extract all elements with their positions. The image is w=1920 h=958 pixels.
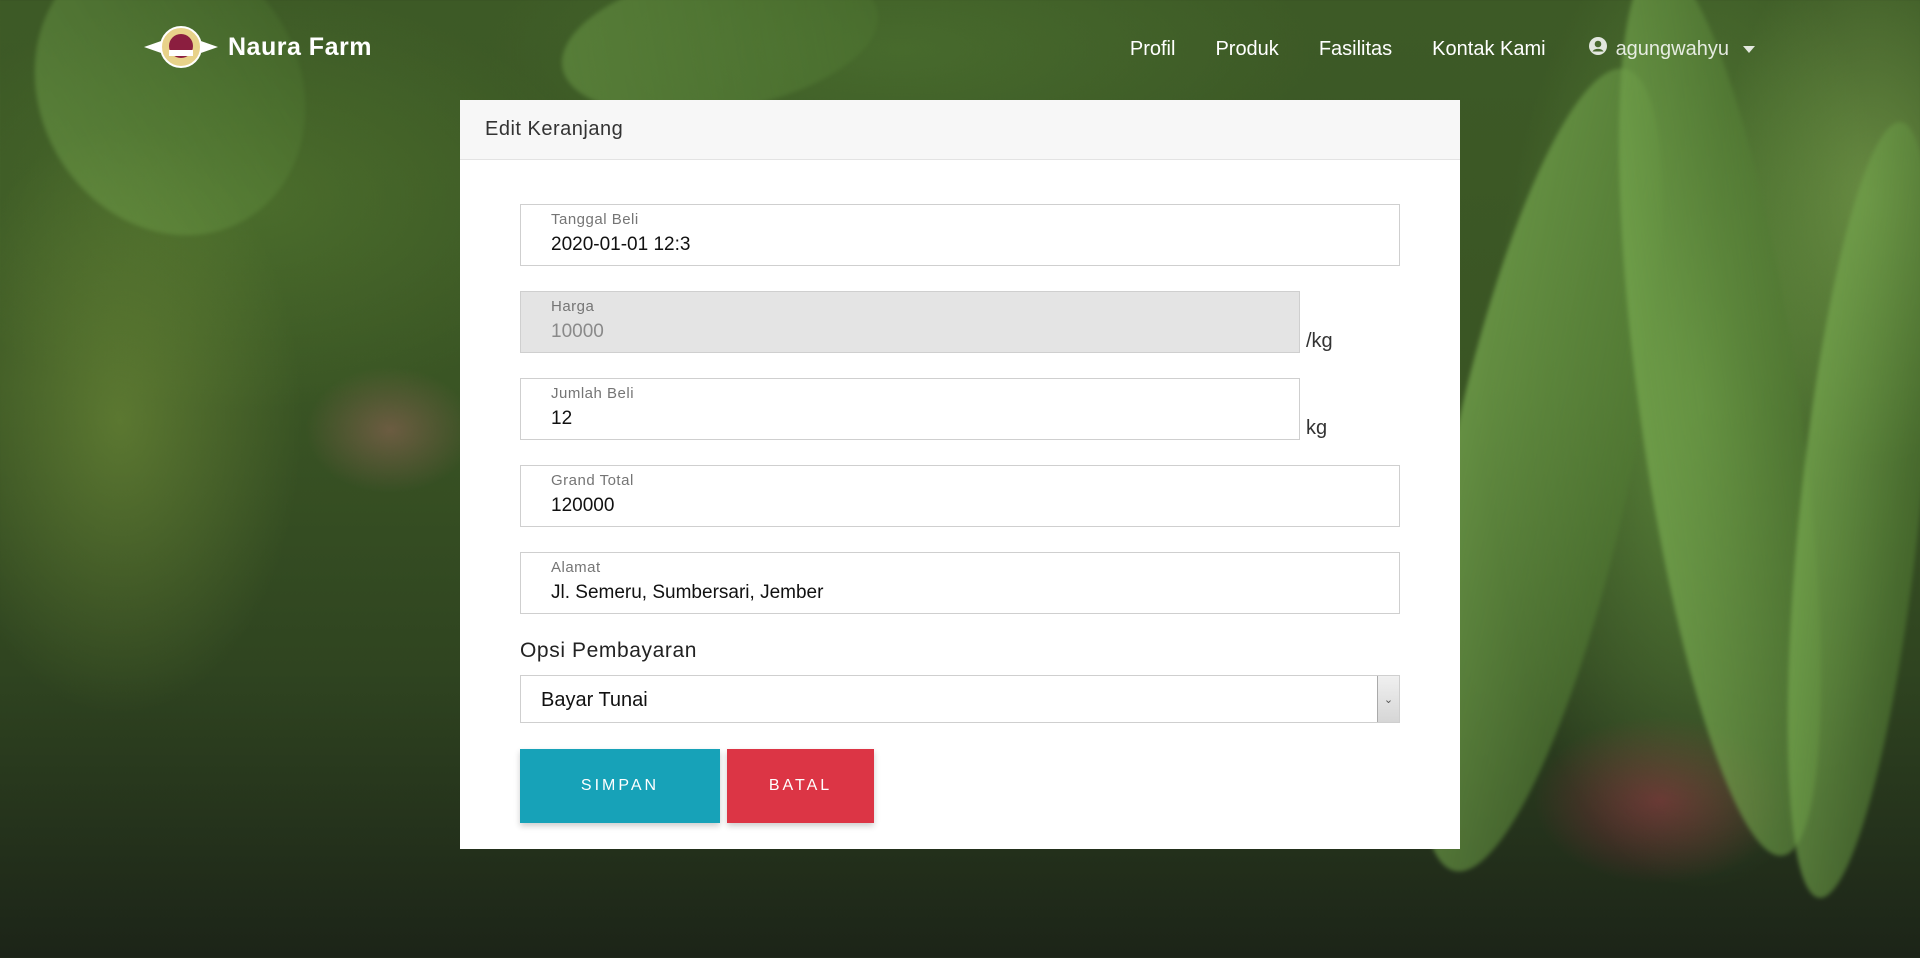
payment-option-label: Opsi Pembayaran — [520, 639, 698, 662]
brand-name: Naura Farm — [228, 32, 372, 61]
card-header: Edit Keranjang — [460, 100, 1460, 160]
field-label: Harga — [551, 298, 595, 315]
edit-cart-card: Edit Keranjang Tanggal Beli 2020-01-01 1… — [460, 100, 1460, 849]
field-label: Alamat — [551, 559, 601, 576]
field-value: 10000 — [551, 321, 604, 342]
field-label: Jumlah Beli — [551, 385, 635, 402]
save-button[interactable]: SIMPAN — [520, 749, 720, 823]
chevron-down-icon — [1743, 45, 1755, 53]
payment-option-select[interactable]: Bayar Tunai ⌄ — [520, 675, 1400, 723]
nav-link-profil[interactable]: Profil — [1110, 32, 1196, 67]
card-title: Edit Keranjang — [485, 118, 624, 140]
field-value: Jl. Semeru, Sumbersari, Jember — [551, 582, 824, 603]
nav-links: Profil Produk Fasilitas Kontak Kami agun… — [1110, 30, 1755, 68]
price-field: Harga 10000 — [520, 291, 1300, 353]
user-menu-dropdown[interactable]: agungwahyu — [1566, 30, 1755, 68]
user-circle-icon — [1588, 36, 1608, 62]
nav-link-produk[interactable]: Produk — [1195, 32, 1298, 67]
quantity-unit: kg — [1306, 417, 1328, 439]
field-value: 120000 — [551, 495, 615, 516]
navbar: Naura Farm Profil Produk Fasilitas Konta… — [0, 0, 1920, 94]
price-unit: /kg — [1306, 330, 1333, 352]
farm-logo-icon — [144, 22, 218, 72]
chevron-down-icon[interactable]: ⌄ — [1377, 676, 1399, 722]
nav-link-kontak[interactable]: Kontak Kami — [1412, 32, 1565, 67]
user-name: agungwahyu — [1615, 37, 1729, 60]
field-label: Grand Total — [551, 472, 634, 489]
field-value: 12 — [551, 408, 573, 429]
cancel-button[interactable]: BATAL — [727, 749, 874, 823]
select-value: Bayar Tunai — [541, 689, 648, 711]
address-field[interactable]: Alamat Jl. Semeru, Sumbersari, Jember — [520, 552, 1400, 614]
grand-total-field[interactable]: Grand Total 120000 — [520, 465, 1400, 527]
nav-link-fasilitas[interactable]: Fasilitas — [1299, 32, 1412, 67]
purchase-date-field[interactable]: Tanggal Beli 2020-01-01 12:3 — [520, 204, 1400, 266]
field-value: 2020-01-01 12:3 — [551, 234, 691, 255]
quantity-field[interactable]: Jumlah Beli 12 — [520, 378, 1300, 440]
field-label: Tanggal Beli — [551, 211, 639, 228]
brand[interactable]: Naura Farm — [144, 22, 372, 72]
